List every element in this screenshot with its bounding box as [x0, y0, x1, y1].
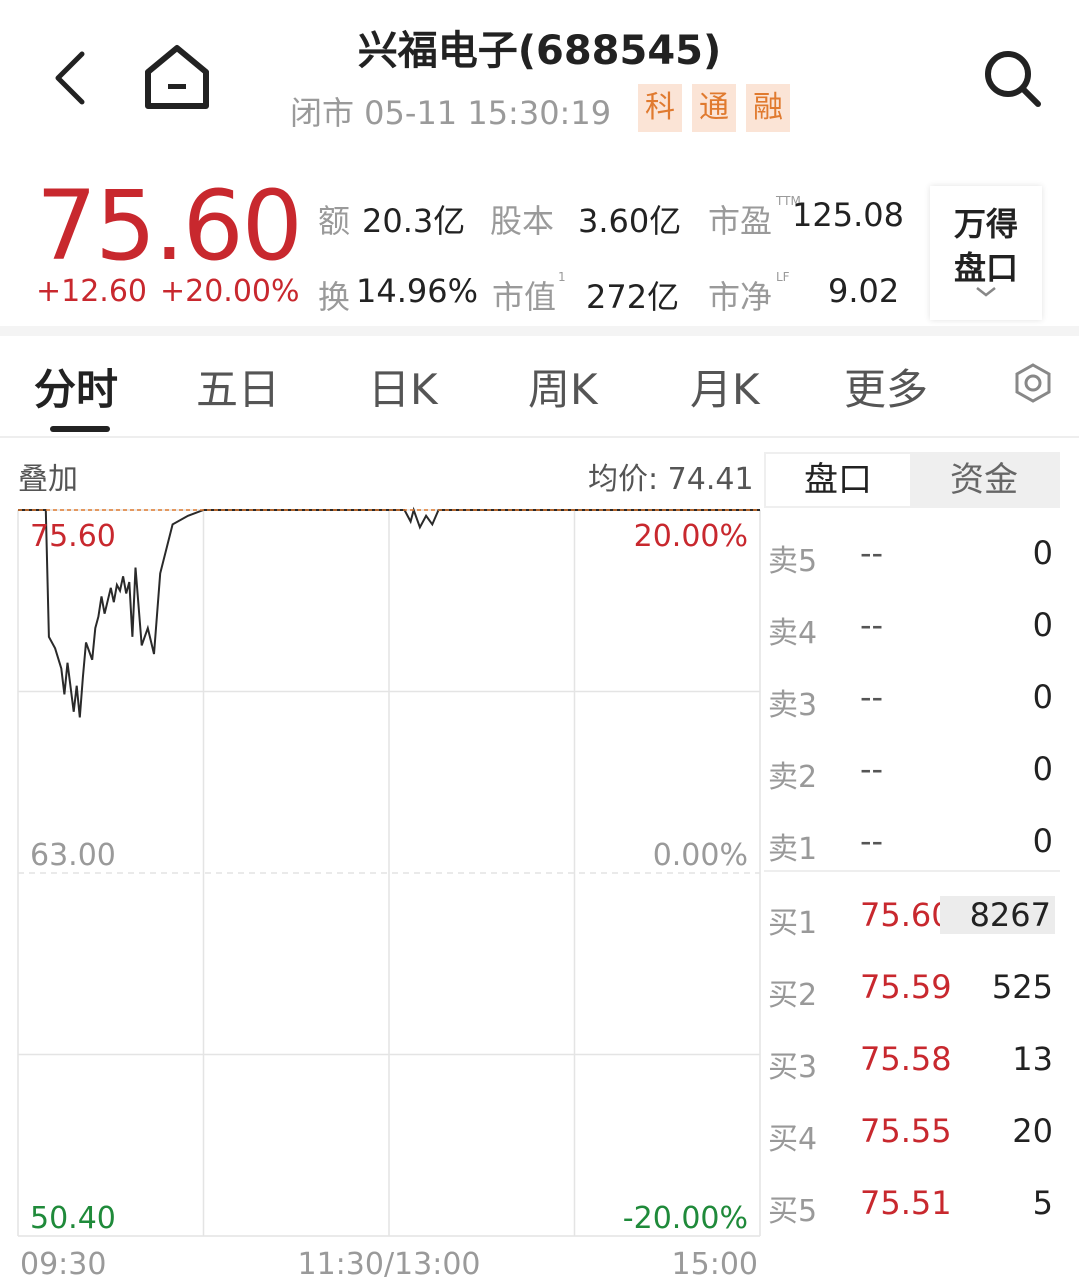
orderbook-price: -- — [860, 678, 884, 716]
orderbook-volume: 0 — [1032, 822, 1053, 860]
tab-daily-k[interactable]: 日K — [368, 356, 438, 417]
tag-star-market: 科 — [638, 84, 682, 132]
overlay-button[interactable]: 叠加 — [18, 454, 78, 498]
turnover-amount-label: 额 — [318, 202, 351, 240]
orderbook-volume: 0 — [1032, 678, 1053, 716]
share-capital-value: 3.60亿 — [578, 202, 682, 240]
section-divider — [0, 326, 1079, 336]
pb-value: 9.02 — [828, 272, 900, 310]
turnover-rate-value: 14.96% — [356, 272, 479, 310]
chart-grid — [17, 509, 761, 1237]
pb-sup: LF — [776, 270, 790, 284]
orderbook-price: 75.55 — [860, 1112, 952, 1150]
orderbook-level-label: 买3 — [768, 1050, 818, 1085]
orderbook-volume: 20 — [1012, 1112, 1053, 1150]
orderbook-volume: 5 — [1032, 1184, 1053, 1222]
share-capital-label: 股本 — [490, 202, 555, 240]
wind-button-line2: 盘口 — [953, 249, 1018, 287]
tag-connect: 通 — [692, 84, 736, 132]
pb-label: 市净 — [708, 278, 773, 316]
orderbook-price: -- — [860, 822, 884, 860]
market-cap-value: 272亿 — [586, 278, 680, 316]
orderbook-price: 75.58 — [860, 1040, 952, 1078]
orderbook-volume: 0 — [1032, 606, 1053, 644]
price-change: +12.60 — [36, 274, 148, 309]
orderbook-price: -- — [860, 606, 884, 644]
price-change-percent: +20.00% — [160, 274, 300, 309]
stock-title: 兴福电子(688545) — [357, 28, 722, 74]
orderbook-level-label: 卖3 — [768, 688, 818, 723]
orderbook-price: 75.51 — [860, 1184, 952, 1222]
tag-margin: 融 — [746, 84, 790, 132]
y-tick-label-left: 75.60 — [30, 519, 116, 554]
market-cap-sup: 1 — [558, 270, 566, 284]
tab-more[interactable]: 更多 — [844, 356, 928, 417]
tab-monthly-k[interactable]: 月K — [690, 356, 760, 417]
orderbook-level-label: 卖1 — [768, 832, 818, 867]
tab-five-day[interactable]: 五日 — [196, 356, 280, 417]
settings-icon[interactable] — [1012, 362, 1054, 404]
orderbook-price: -- — [860, 534, 884, 572]
orderbook-volume: 8267 — [939, 896, 1055, 934]
orderbook-volume: 525 — [991, 968, 1053, 1006]
pe-value: 125.08 — [792, 196, 904, 234]
orderbook-level-label: 买4 — [768, 1122, 818, 1157]
tabs-divider — [0, 436, 1079, 438]
orderbook-level-label: 卖5 — [768, 544, 818, 579]
tab-intraday[interactable]: 分时 — [34, 356, 118, 417]
last-price: 75.60 — [36, 170, 303, 282]
x-tick-label: 15:00 — [672, 1247, 758, 1281]
y-tick-label-right: -20.00% — [623, 1201, 748, 1236]
active-tab-indicator — [50, 426, 110, 432]
orderbook-level-label: 卖4 — [768, 616, 818, 651]
tab-orderbook[interactable]: 盘口 — [766, 454, 910, 506]
pe-label: 市盈 — [708, 202, 773, 240]
orderbook-level-label: 买1 — [768, 906, 818, 941]
orderbook-price: 75.59 — [860, 968, 952, 1006]
orderbook-divider — [764, 870, 1060, 872]
orderbook-volume: 0 — [1032, 534, 1053, 572]
search-icon[interactable] — [982, 48, 1044, 110]
intraday-chart: 75.60 63.00 50.40 20.00% 0.00% -20.00% 09:30 11… — [17, 506, 761, 1281]
wind-orderbook-button[interactable]: 万得 盘口 — [930, 186, 1042, 320]
orderbook-volume: 13 — [1012, 1040, 1053, 1078]
orderbook-level-label: 买2 — [768, 978, 818, 1013]
wind-button-line1: 万得 — [953, 205, 1018, 243]
orderbook-price: -- — [860, 750, 884, 788]
x-tick-label: 09:30 — [20, 1247, 106, 1281]
tab-capital-flow[interactable]: 资金 — [912, 454, 1056, 506]
y-tick-label-left: 63.00 — [30, 838, 116, 873]
turnover-rate-label: 换 — [318, 278, 351, 316]
x-tick-label: 11:30/13:00 — [297, 1247, 480, 1281]
turnover-amount-value: 20.3亿 — [362, 202, 466, 240]
orderbook-level-label: 卖2 — [768, 760, 818, 795]
market-status: 闭市 05-11 15:30:19 — [290, 94, 612, 132]
y-tick-label-left: 50.40 — [30, 1201, 116, 1236]
orderbook-level-label: 买5 — [768, 1194, 818, 1229]
tab-weekly-k[interactable]: 周K — [528, 356, 598, 417]
market-cap-label: 市值 — [492, 278, 557, 316]
orderbook-price: 75.60 — [860, 896, 952, 934]
y-tick-label-right: 20.00% — [634, 519, 748, 554]
y-tick-label-right: 0.00% — [653, 838, 748, 873]
orderbook-volume: 0 — [1032, 750, 1053, 788]
average-price: 均价: 74.41 — [588, 462, 754, 497]
